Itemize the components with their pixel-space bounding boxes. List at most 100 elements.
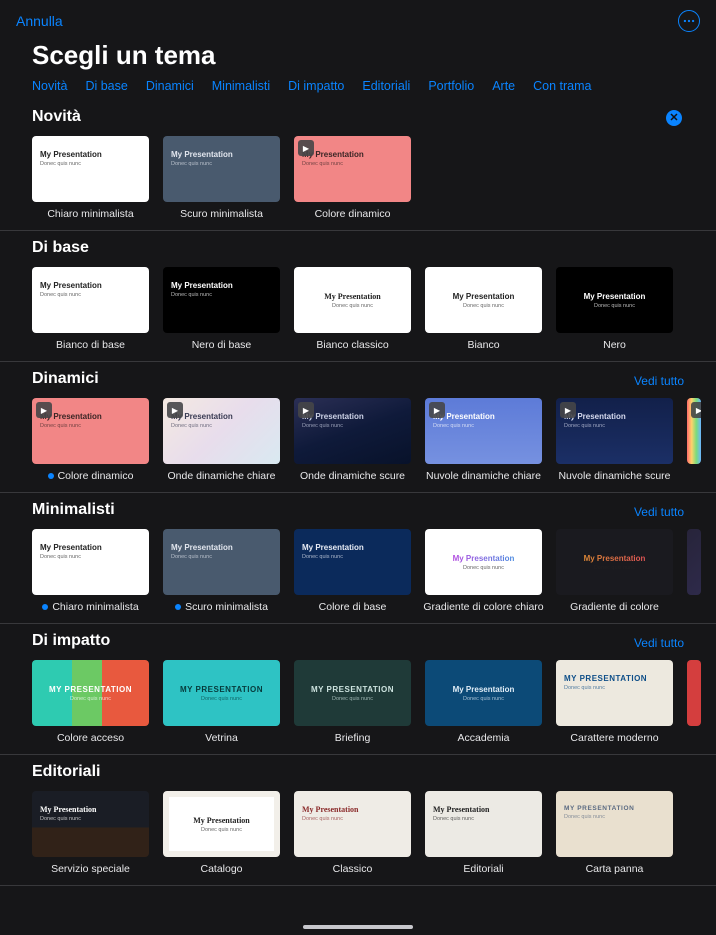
thumb-title: My Presentation [453,554,515,563]
theme-card[interactable]: My PresentationDonec quis nuncBianco di … [32,267,149,351]
theme-card[interactable]: My PresentationDonec quis nunc Classico [294,791,411,875]
theme-label: Colore dinamico [315,208,391,220]
theme-card[interactable]: My PresentationDonec quis nunc▶Onde dina… [163,398,280,482]
thumb-subtitle: Donec quis nunc [40,816,141,822]
theme-label: Scuro minimalista [175,601,268,613]
theme-label: Scuro minimalista [180,208,263,220]
theme-label: Nuvole dinamiche chiare [426,470,541,482]
theme-label-text: Editoriali [463,863,503,875]
theme-label-text: Briefing [335,732,371,744]
theme-card[interactable]: My PresentationDonec quis nuncGradiente … [425,529,542,613]
tab-portfolio[interactable]: Portfolio [428,79,474,93]
thumb-title: My Presentation [584,554,646,563]
thumb-title: My Presentation [564,805,665,812]
theme-card[interactable]: My PresentationDonec quis nuncCarattere … [556,660,673,744]
theme-label-text: Gradiente di colore chiaro [423,601,543,613]
theme-card[interactable]: My Presentation Donec quis nunc Carta pann… [556,791,673,875]
theme-label-text: Nuvole dinamiche chiare [426,470,541,482]
theme-label: Editoriali [463,863,503,875]
theme-label: Chiaro minimalista [47,208,133,220]
thumb-subtitle: Donec quis nunc [171,292,272,298]
theme-label-text: Colore acceso [57,732,124,744]
theme-card[interactable]: My PresentationDonec quis nunc Scuro mini… [163,529,280,613]
see-all-link[interactable]: Vedi tutto [634,636,684,650]
theme-thumbnail: My PresentationDonec quis nunc [163,529,280,595]
thumb-subtitle: Donec quis nunc [302,423,403,429]
theme-card[interactable]: My PresentationDonec quis nuncNero di ba… [163,267,280,351]
theme-thumbnail: My Presentation Donec quis nunc [556,791,673,857]
section-header: Novità✕ [32,108,716,126]
thumb-subtitle: Donec quis nunc [594,565,635,571]
theme-thumbnail: My PresentationDonec quis nunc [294,267,411,333]
thumb-subtitle: Donec quis nunc [564,423,665,429]
see-all-link[interactable]: Vedi tutto [634,374,684,388]
see-all-link[interactable]: Vedi tutto [634,505,684,519]
theme-thumbnail: My PresentationDonec quis nunc [163,660,280,726]
theme-thumbnail: My PresentationDonec quis nunc▶ [32,398,149,464]
theme-card[interactable] [687,529,701,613]
theme-thumbnail: My PresentationDonec quis nunc [425,791,542,857]
theme-label-text: Chiaro minimalista [52,601,138,613]
theme-row: My PresentationDonec quis nuncChiaro min… [32,136,716,220]
theme-card[interactable]: My PresentationDonec quis nuncNero [556,267,673,351]
tab-minimalisti[interactable]: Minimalisti [212,79,270,93]
tab-novità[interactable]: Novità [32,79,67,93]
tab-editoriali[interactable]: Editoriali [362,79,410,93]
theme-thumbnail: My PresentationDonec quis nunc [294,791,411,857]
tab-arte[interactable]: Arte [492,79,515,93]
theme-card[interactable] [687,660,701,744]
theme-card[interactable]: My PresentationDonec quis nuncChiaro min… [32,136,149,220]
theme-label: Gradiente di colore [570,601,659,613]
theme-card[interactable]: My PresentationDonec quis nunc Briefing [294,660,411,744]
theme-card[interactable]: My PresentationDonec quis nunc Editoriali [425,791,542,875]
theme-label-text: Carta panna [586,863,644,875]
thumb-title: My Presentation [453,292,515,301]
page-title: Scegli un tema [0,34,716,75]
theme-label: Gradiente di colore chiaro [423,601,543,613]
home-indicator [303,925,413,929]
tab-di-impatto[interactable]: Di impatto [288,79,344,93]
theme-card[interactable]: My PresentationDonec quis nuncColore di … [294,529,411,613]
theme-card[interactable]: My PresentationDonec quis nuncChiaro min… [32,529,149,613]
thumb-title: My Presentation [40,281,141,290]
theme-card[interactable]: My Presentation Donec quis nunc Gradiente … [556,529,673,613]
theme-card[interactable]: My PresentationDonec quis nunc Bianco cla… [294,267,411,351]
thumb-title: My Presentation [453,685,515,694]
theme-card[interactable]: My PresentationDonec quis nunc Vetrina [163,660,280,744]
theme-card[interactable]: My PresentationDonec quis nuncAccademia [425,660,542,744]
new-indicator-dot [48,473,54,479]
ellipsis-icon [682,14,696,28]
theme-card[interactable]: ▶ [687,398,701,482]
theme-label-text: Nuvole dinamiche scure [558,470,670,482]
tab-dinamici[interactable]: Dinamici [146,79,194,93]
theme-card[interactable]: My PresentationDonec quis nuncBianco [425,267,542,351]
section-diimpatto: Di impattoVedi tuttoMy PresentationDonec… [0,624,716,755]
cancel-button[interactable]: Annulla [16,13,63,29]
theme-card[interactable]: My PresentationDonec quis nunc▶Colore di… [294,136,411,220]
dismiss-section-button[interactable]: ✕ [666,110,682,126]
theme-thumbnail: My PresentationDonec quis nunc [32,791,149,857]
theme-thumbnail: My PresentationDonec quis nunc [294,660,411,726]
theme-card[interactable]: My PresentationDonec quis nuncCatalogo [163,791,280,875]
theme-label-text: Chiaro minimalista [47,208,133,220]
theme-card[interactable]: My PresentationDonec quis nunc▶Nuvole di… [556,398,673,482]
tab-con-trama[interactable]: Con trama [533,79,591,93]
theme-card[interactable]: My PresentationDonec quis nuncServizio s… [32,791,149,875]
theme-card[interactable]: My PresentationDonec quis nunc▶Nuvole di… [425,398,542,482]
theme-card[interactable]: My PresentationDonec quis nunc▶Colore di… [32,398,149,482]
theme-label: Bianco classico [316,339,388,351]
theme-label-text: Bianco classico [316,339,388,351]
theme-card[interactable]: My PresentationDonec quis nuncColore acc… [32,660,149,744]
more-options-button[interactable] [678,10,700,32]
thumb-subtitle: Donec quis nunc [564,814,665,820]
new-indicator-dot [175,604,181,610]
theme-label: Vetrina [205,732,238,744]
theme-label: Carattere moderno [570,732,658,744]
theme-card[interactable]: My PresentationDonec quis nunc▶Onde dina… [294,398,411,482]
tab-di-base[interactable]: Di base [85,79,127,93]
play-icon: ▶ [691,402,701,418]
theme-label: Classico [333,863,373,875]
thumb-title: My Presentation [302,805,403,814]
theme-card[interactable]: My PresentationDonec quis nuncScuro mini… [163,136,280,220]
theme-label-text: Onde dinamiche scure [300,470,405,482]
